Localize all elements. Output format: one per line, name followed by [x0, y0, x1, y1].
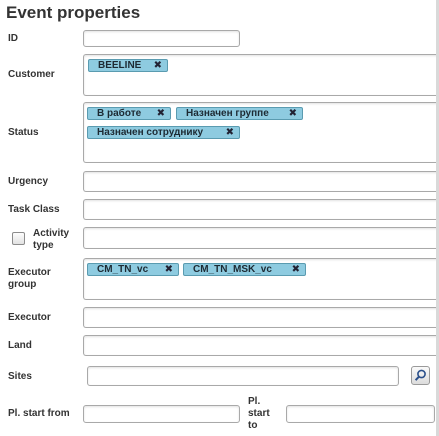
pl-start-from-label: Pl. start from: [8, 408, 70, 419]
land-label: Land: [8, 340, 32, 351]
chip-label: CM_TN_vc: [97, 264, 149, 275]
customer-chip: BEELINE ✖: [88, 59, 168, 72]
id-input[interactable]: [83, 30, 240, 47]
executor-group-label-line2: group: [8, 279, 37, 290]
sites-label: Sites: [8, 371, 32, 382]
activity-type-checkbox[interactable]: [12, 232, 25, 245]
status-chip: В работе ✖: [87, 107, 171, 120]
executor-label: Executor: [8, 312, 51, 323]
customer-label: Customer: [8, 69, 55, 80]
activity-type-input[interactable]: [83, 227, 439, 249]
pl-start-to-label: Pl. start to: [248, 396, 270, 432]
remove-chip-icon[interactable]: ✖: [154, 60, 162, 71]
sites-input[interactable]: [87, 366, 399, 386]
pl-start-from-input[interactable]: [83, 405, 240, 423]
status-chip: Назначен сотруднику ✖: [87, 126, 240, 139]
remove-chip-icon[interactable]: ✖: [165, 264, 173, 275]
chip-label: Назначен сотруднику: [97, 127, 204, 138]
executor-input[interactable]: [83, 307, 439, 328]
executor-group-multiselect[interactable]: CM_TN_vc ✖ CM_TN_MSK_vc ✖: [83, 258, 439, 300]
executor-group-label-line1: Executor: [8, 267, 51, 278]
search-icon: [414, 369, 426, 381]
urgency-input[interactable]: [83, 171, 439, 192]
pl-start-to-input[interactable]: [286, 405, 435, 423]
status-label: Status: [8, 127, 39, 138]
pl-start-to-label-line2: start: [248, 408, 270, 419]
urgency-label: Urgency: [8, 176, 49, 187]
land-input[interactable]: [83, 335, 439, 356]
chip-label: В работе: [97, 108, 142, 119]
remove-chip-icon[interactable]: ✖: [226, 127, 234, 138]
id-label: ID: [8, 33, 18, 44]
chip-label: Назначен группе: [186, 108, 269, 119]
status-multiselect[interactable]: В работе ✖ Назначен группе ✖ Назначен со…: [83, 102, 439, 163]
customer-multiselect[interactable]: BEELINE ✖: [83, 54, 439, 96]
remove-chip-icon[interactable]: ✖: [289, 108, 297, 119]
remove-chip-icon[interactable]: ✖: [292, 264, 300, 275]
panel-title: Event properties: [6, 3, 141, 22]
pl-start-to-label-line3: to: [248, 420, 258, 431]
task-class-label: Task Class: [8, 204, 60, 215]
sites-search-button[interactable]: [411, 366, 430, 385]
remove-chip-icon[interactable]: ✖: [157, 108, 165, 119]
pl-start-to-label-line1: Pl.: [248, 396, 261, 407]
chip-label: CM_TN_MSK_vc: [193, 264, 272, 275]
activity-type-label-line2: type: [33, 240, 54, 251]
executor-group-chip: CM_TN_vc ✖: [87, 263, 179, 276]
activity-type-label: Activity type: [33, 228, 69, 252]
executor-group-chip: CM_TN_MSK_vc ✖: [183, 263, 306, 276]
executor-group-label: Executor group: [8, 267, 51, 291]
chip-label: BEELINE: [98, 60, 142, 71]
status-chip: Назначен группе ✖: [176, 107, 303, 120]
activity-type-label-line1: Activity: [33, 228, 70, 239]
task-class-input[interactable]: [83, 199, 439, 220]
